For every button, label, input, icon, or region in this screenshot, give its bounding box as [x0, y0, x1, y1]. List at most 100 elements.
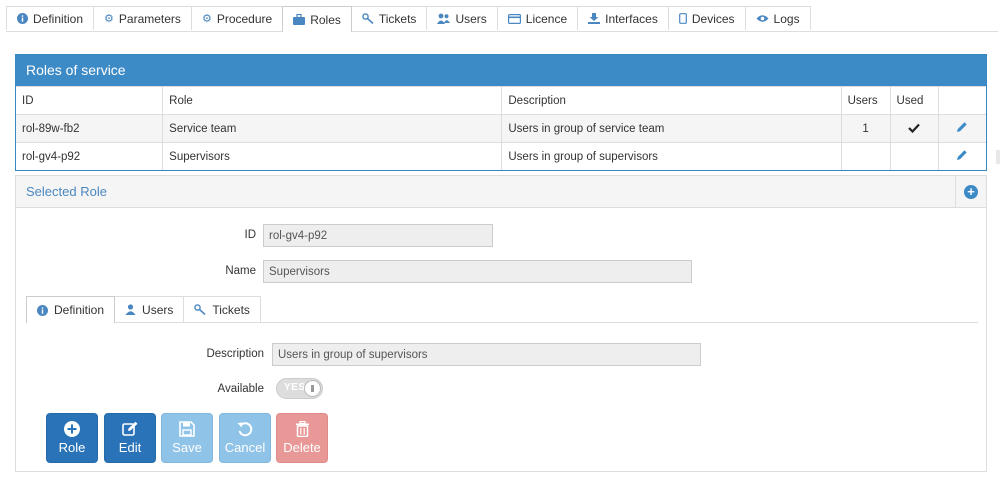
cell-used: [890, 114, 939, 143]
service-tabs: Definition ⚙ Parameters ⚙ Procedure Role…: [6, 6, 811, 32]
tab-label: Roles: [310, 12, 341, 27]
key-icon: [362, 13, 374, 24]
cell-id: rol-89w-fb2: [16, 114, 164, 143]
available-toggle[interactable]: YES: [276, 378, 323, 399]
cell-action: [938, 114, 986, 143]
name-label: Name: [225, 265, 256, 277]
key-icon: [194, 304, 206, 315]
role-detail-tabs: Definition Users Tickets: [26, 296, 261, 323]
card-icon: [507, 13, 521, 24]
inner-tabs-divider: [26, 322, 978, 323]
available-label: Available: [217, 383, 264, 395]
selected-role-title: Selected Role: [26, 184, 107, 199]
add-role-header-button[interactable]: +: [955, 176, 986, 207]
table-header-row: ID Role Description Users Used: [16, 86, 986, 115]
id-label: ID: [244, 229, 257, 241]
save-button[interactable]: Save: [161, 413, 213, 463]
tab-role-users[interactable]: Users: [114, 296, 185, 322]
table-row[interactable]: rol-gv4-p92 Supervisors Users in group o…: [16, 142, 986, 170]
tab-role-definition[interactable]: Definition: [26, 296, 116, 323]
tab-logs[interactable]: Logs: [744, 6, 811, 30]
roles-panel-title: Roles of service: [16, 55, 986, 86]
tab-users[interactable]: Users: [426, 6, 498, 30]
trash-icon: [295, 421, 310, 437]
tab-label: Users: [455, 11, 487, 26]
info-icon: [17, 13, 28, 24]
column-header-users[interactable]: Users: [841, 86, 891, 115]
tab-role-tickets[interactable]: Tickets: [183, 296, 261, 322]
tab-procedure[interactable]: ⚙ Procedure: [190, 6, 284, 30]
delete-button[interactable]: Delete: [276, 413, 328, 463]
add-role-button[interactable]: Role: [46, 413, 98, 463]
button-label: Role: [58, 440, 86, 455]
edit-button[interactable]: Edit: [104, 413, 156, 463]
eye-icon: [756, 14, 769, 23]
tab-label: Parameters: [118, 11, 181, 26]
roles-table: ID Role Description Users Used rol-89w-f…: [16, 86, 986, 170]
tab-devices[interactable]: Devices: [667, 6, 746, 30]
tab-label: Definition: [54, 303, 105, 317]
tab-label: Users: [142, 302, 174, 317]
id-field[interactable]: rol-gv4-p92: [263, 224, 493, 247]
column-header-used[interactable]: Used: [890, 86, 939, 115]
floppy-disk-icon: [179, 421, 195, 437]
name-field[interactable]: Supervisors: [263, 260, 692, 283]
tab-definition[interactable]: Definition: [6, 6, 95, 30]
tab-licence[interactable]: Licence: [496, 6, 579, 30]
tab-label: Logs: [773, 11, 800, 26]
tab-parameters[interactable]: ⚙ Parameters: [93, 6, 192, 30]
cell-description: Users in group of supervisors: [501, 142, 842, 170]
column-header-description[interactable]: Description: [501, 86, 842, 115]
column-header-actions: [938, 86, 986, 115]
button-label: Save: [172, 440, 202, 455]
button-label: Edit: [118, 440, 142, 455]
edit-pencil-icon[interactable]: [956, 121, 968, 136]
tab-label: Tickets: [212, 302, 250, 317]
users-icon: [437, 13, 451, 24]
cancel-button[interactable]: Cancel: [219, 413, 271, 463]
tab-tickets[interactable]: Tickets: [350, 6, 428, 30]
roles-panel: Roles of service ID Role Description Use…: [15, 54, 987, 171]
plus-circle-icon: [64, 421, 80, 437]
cell-id: rol-gv4-p92: [16, 142, 164, 170]
column-header-id[interactable]: ID: [16, 86, 164, 115]
table-row[interactable]: rol-89w-fb2 Service team Users in group …: [16, 114, 986, 143]
tab-interfaces[interactable]: Interfaces: [577, 6, 669, 30]
tab-label: Devices: [691, 11, 735, 26]
button-label: Cancel: [224, 440, 266, 455]
tab-label: Licence: [525, 11, 568, 26]
plus-circle-icon: +: [964, 184, 978, 199]
cell-description: Users in group of service team: [501, 114, 842, 143]
cell-used: [890, 142, 939, 170]
description-field[interactable]: Users in group of supervisors: [272, 343, 701, 366]
selected-role-header: Selected Role +: [16, 176, 986, 208]
edit-pencil-icon[interactable]: [956, 149, 968, 164]
check-icon: [908, 121, 920, 136]
download-icon: [588, 13, 601, 24]
tab-label: Procedure: [216, 11, 273, 26]
scrollbar-fragment[interactable]: [996, 150, 1000, 164]
toggle-text: YES: [284, 382, 306, 393]
cell-role: Supervisors: [162, 142, 503, 170]
column-header-role[interactable]: Role: [162, 86, 503, 115]
description-label: Description: [206, 348, 264, 360]
gears-icon: ⚙: [201, 13, 212, 25]
toggle-knob: [304, 380, 321, 397]
cell-users: 1: [841, 114, 891, 143]
cell-role: Service team: [162, 114, 503, 143]
cell-users: [841, 142, 891, 170]
gear-icon: ⚙: [104, 13, 114, 25]
tab-label: Definition: [33, 11, 84, 26]
briefcase-icon: [293, 14, 306, 25]
selected-role-panel: Selected Role + ID rol-gv4-p92 Name Supe…: [15, 175, 987, 472]
tabs-divider: [6, 31, 998, 32]
undo-icon: [237, 421, 253, 437]
info-icon: [37, 304, 48, 316]
mobile-icon: [678, 13, 687, 24]
tab-roles[interactable]: Roles: [282, 6, 352, 32]
cell-action: [938, 142, 986, 170]
tab-label: Interfaces: [605, 11, 658, 26]
tab-label: Tickets: [378, 11, 417, 26]
button-label: Delete: [283, 440, 321, 455]
edit-icon: [121, 421, 139, 437]
